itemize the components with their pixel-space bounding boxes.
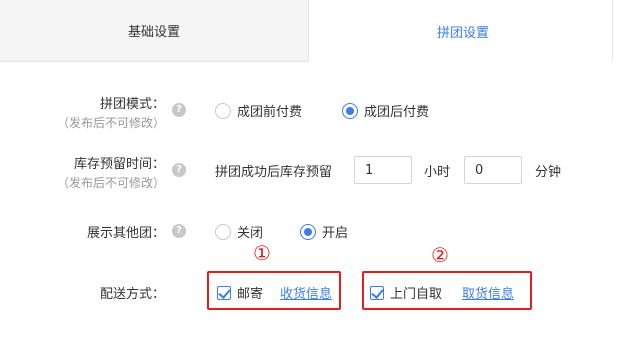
- radio-pay-after-group-label: 成团后付费: [364, 105, 430, 120]
- checkbox-checked-icon: [370, 285, 384, 300]
- hours-input[interactable]: [354, 156, 412, 184]
- radio-show-off[interactable]: 关闭: [215, 222, 263, 241]
- checkbox-pickup[interactable]: 上门自取: [370, 283, 442, 302]
- stock-hold-label: 库存预留时间：: [73, 157, 165, 172]
- checkbox-mail[interactable]: 邮寄: [217, 283, 263, 302]
- radio-selected-icon: [342, 102, 358, 119]
- group-mode-note: （发布后不可修改）: [56, 116, 165, 130]
- checkbox-checked-icon: [217, 285, 231, 300]
- minutes-input[interactable]: [464, 156, 522, 184]
- tab-basic-settings-label: 基础设置: [127, 25, 180, 40]
- pickup-info-link[interactable]: 取货信息: [462, 283, 514, 302]
- receive-info-link[interactable]: 收货信息: [280, 283, 332, 302]
- radio-show-off-label: 关闭: [237, 226, 264, 241]
- radio-circle-icon: [215, 223, 231, 240]
- group-mode-label: 拼团模式：: [99, 97, 165, 112]
- tab-bar: 基础设置 拼团设置: [0, 0, 617, 62]
- tab-group-settings[interactable]: 拼团设置: [309, 0, 617, 62]
- radio-selected-icon: [300, 223, 316, 240]
- show-other-groups-label: 展示其他团：: [86, 226, 165, 241]
- annotation-marker-2: ②: [431, 243, 449, 267]
- checkbox-mail-label: 邮寄: [237, 287, 264, 302]
- stock-hold-note: （发布后不可修改）: [56, 176, 165, 190]
- radio-pay-after-group[interactable]: 成团后付费: [342, 101, 429, 120]
- tab-bar-divider: [612, 0, 613, 62]
- delivery-label: 配送方式：: [99, 287, 165, 302]
- minutes-unit: 分钟: [535, 165, 562, 180]
- question-circle-icon[interactable]: ?: [172, 224, 186, 238]
- tab-basic-settings[interactable]: 基础设置: [0, 0, 309, 62]
- hours-unit: 小时: [424, 165, 451, 180]
- radio-pay-before-group[interactable]: 成团前付费: [215, 101, 302, 120]
- annotation-marker-1: ①: [253, 241, 271, 265]
- question-circle-icon[interactable]: ?: [172, 103, 186, 117]
- stock-hold-prefix: 拼团成功后库存预留: [215, 165, 333, 180]
- tab-group-settings-label: 拼团设置: [436, 25, 489, 41]
- radio-circle-icon: [215, 102, 231, 119]
- checkbox-pickup-label: 上门自取: [390, 287, 443, 302]
- radio-show-on[interactable]: 开启: [300, 222, 348, 241]
- question-circle-icon[interactable]: ?: [172, 163, 186, 177]
- radio-show-on-label: 开启: [322, 226, 349, 241]
- radio-pay-before-group-label: 成团前付费: [237, 105, 303, 120]
